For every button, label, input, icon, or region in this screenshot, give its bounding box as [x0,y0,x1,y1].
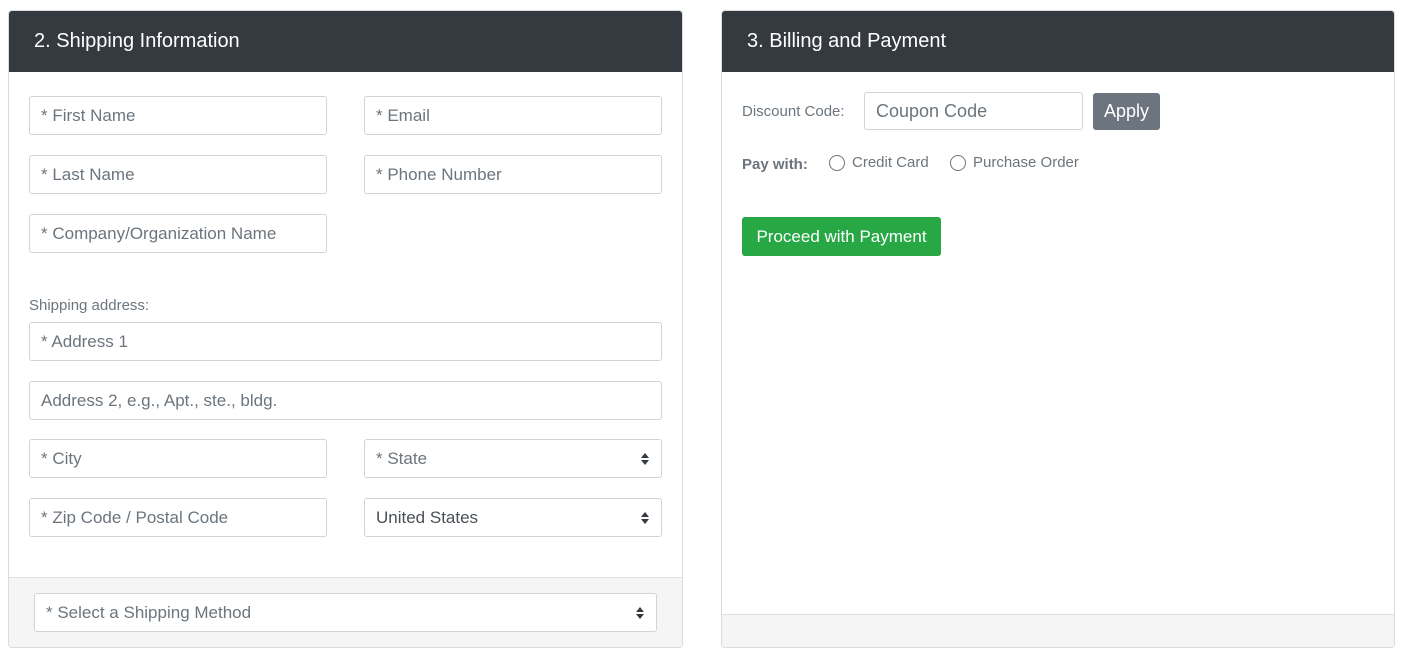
discount-code-label: Discount Code: [742,103,845,120]
zip-input[interactable] [29,498,327,537]
shipping-footer: * Select a Shipping Method [9,577,682,647]
state-select-value: * State [376,448,428,468]
proceed-payment-label: Proceed with Payment [756,226,927,246]
purchase-order-option[interactable]: Purchase Order [950,154,1079,171]
credit-card-radio[interactable] [829,154,845,171]
city-input[interactable] [29,439,327,478]
billing-title: 3. Billing and Payment [747,30,947,52]
purchase-order-label: Purchase Order [973,154,1079,171]
shipping-method-value: * Select a Shipping Method [46,602,252,622]
credit-card-option[interactable]: Credit Card [829,154,929,171]
company-input[interactable] [29,214,327,253]
first-name-input[interactable] [29,96,327,135]
credit-card-label: Credit Card [852,154,929,171]
shipping-header: 2. Shipping Information [9,11,682,72]
billing-header: 3. Billing and Payment [722,11,1394,72]
apply-button[interactable]: Apply [1093,93,1160,130]
purchase-order-radio[interactable] [950,154,966,171]
email-input[interactable] [364,96,662,135]
pay-with-label: Pay with: [742,156,808,173]
address1-input[interactable] [29,322,662,361]
shipping-address-label: Shipping address: [29,297,150,314]
country-select-value: United States [376,507,479,527]
select-arrows-icon [640,511,650,525]
phone-input[interactable] [364,155,662,194]
apply-button-label: Apply [1103,101,1150,121]
state-select[interactable]: * State [364,439,662,478]
shipping-method-select[interactable]: * Select a Shipping Method [34,593,657,632]
coupon-code-input[interactable] [864,92,1083,130]
shipping-title: 2. Shipping Information [34,30,240,52]
shipping-card: 2. Shipping Information Shipping address… [8,10,683,648]
address2-input[interactable] [29,381,662,420]
country-select[interactable]: United States [364,498,662,537]
billing-footer [722,614,1394,647]
select-arrows-icon [640,452,650,466]
last-name-input[interactable] [29,155,327,194]
select-arrows-icon [635,606,645,620]
billing-card: 3. Billing and Payment Discount Code: Ap… [721,10,1395,648]
proceed-payment-button[interactable]: Proceed with Payment [742,217,941,256]
